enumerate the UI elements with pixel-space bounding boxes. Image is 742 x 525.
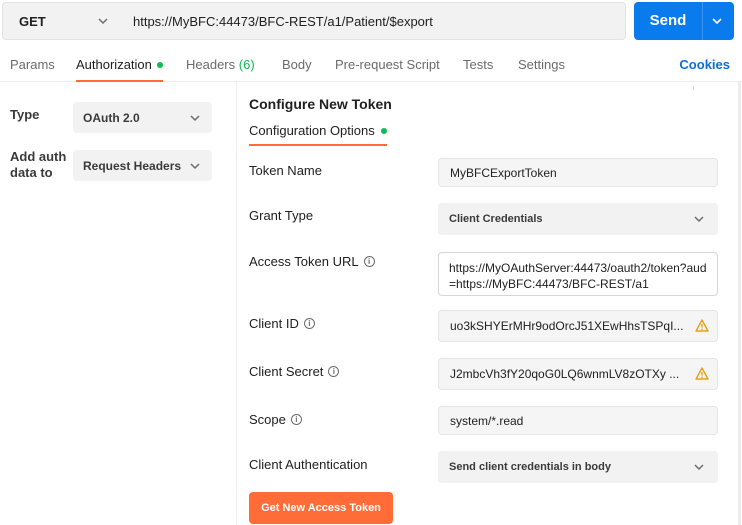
panel-corner-mark: [693, 86, 694, 90]
tab-authorization[interactable]: Authorization: [76, 57, 163, 72]
access-token-url-label-text: Access Token URL: [249, 254, 359, 269]
scope-label: Scope i: [249, 412, 302, 427]
scope-value: system/*.read: [450, 413, 524, 428]
status-dot-icon: [156, 61, 163, 68]
auth-type-label: Type: [10, 107, 40, 122]
warning-icon: [695, 367, 709, 380]
chevron-down-icon: [190, 162, 200, 169]
status-dot-icon: [380, 127, 387, 134]
tab-count-badge: (6): [238, 57, 255, 72]
scrollbar[interactable]: [738, 82, 741, 525]
token-name-value: MyBFCExportToken: [450, 165, 557, 180]
send-button[interactable]: Send: [634, 2, 734, 40]
tab-configuration-options[interactable]: Configuration Options: [249, 123, 387, 138]
method-label: GET: [19, 13, 46, 29]
access-token-url-label: Access Token URL i: [249, 254, 375, 269]
tab-headers[interactable]: Headers (6): [186, 57, 255, 72]
tab-label: Params: [10, 57, 55, 72]
client-secret-label: Client Secret i: [249, 364, 340, 379]
grant-type-select[interactable]: Client Credentials: [438, 203, 718, 235]
tab-body[interactable]: Body: [282, 57, 312, 72]
client-id-label-text: Client ID: [249, 316, 299, 331]
client-authentication-select[interactable]: Send client credentials in body: [438, 451, 718, 483]
tab-pre-request-script[interactable]: Pre-request Script: [335, 57, 440, 72]
active-subtab-indicator: [249, 144, 387, 146]
add-auth-to-select[interactable]: Request Headers: [73, 150, 212, 181]
access-token-url-input[interactable]: https://MyOAuthServer:44473/oauth2/token…: [438, 252, 718, 296]
client-authentication-value: Send client credentials in body: [449, 461, 611, 473]
url-input[interactable]: https://MyBFC:44473/BFC-REST/a1/Patient/…: [121, 2, 626, 40]
client-id-label: Client ID i: [249, 316, 315, 331]
send-divider: [702, 2, 703, 40]
scope-input[interactable]: system/*.read: [438, 406, 718, 435]
chevron-down-icon: [694, 464, 704, 471]
chevron-down-icon: [694, 216, 704, 223]
get-new-access-token-button[interactable]: Get New Access Token: [249, 492, 393, 524]
tab-tests[interactable]: Tests: [463, 57, 493, 72]
tab-label: Headers: [186, 57, 236, 72]
method-select[interactable]: GET: [2, 2, 122, 40]
warning-icon: [695, 319, 709, 332]
client-id-input[interactable]: uo3kSHYErMHr9odOrcJ51XEwHhsTSPqI...: [438, 310, 718, 342]
page-title: Configure New Token: [249, 96, 392, 112]
client-secret-label-text: Client Secret: [249, 364, 324, 379]
add-auth-to-label: Add auth data to: [10, 149, 66, 181]
info-icon[interactable]: i: [290, 414, 302, 426]
auth-type-value: OAuth 2.0: [83, 110, 140, 125]
tab-label: Settings: [518, 57, 565, 72]
add-auth-to-label-line2: data to: [10, 165, 53, 180]
info-icon[interactable]: i: [363, 256, 375, 268]
tab-label: Authorization: [76, 57, 152, 72]
scope-label-text: Scope: [249, 412, 286, 427]
grant-type-value: Client Credentials: [449, 213, 543, 225]
info-icon[interactable]: i: [303, 318, 315, 330]
client-secret-value: J2mbcVh3fY20qoG0LQ6wnmLV8zOTXy ...: [450, 367, 680, 381]
client-secret-input[interactable]: J2mbcVh3fY20qoG0LQ6wnmLV8zOTXy ...: [438, 358, 718, 390]
chevron-down-icon: [190, 114, 200, 121]
tab-params[interactable]: Params: [10, 57, 55, 72]
info-icon[interactable]: i: [328, 366, 340, 378]
add-auth-to-value: Request Headers: [83, 158, 182, 173]
token-name-input[interactable]: MyBFCExportToken: [438, 158, 718, 187]
tab-label: Pre-request Script: [335, 57, 440, 72]
active-tab-indicator: [76, 80, 163, 82]
url-text: https://MyBFC:44473/BFC-REST/a1/Patient/…: [133, 13, 433, 29]
request-bar: GET https://MyBFC:44473/BFC-REST/a1/Pati…: [0, 0, 742, 44]
client-id-value: uo3kSHYErMHr9odOrcJ51XEwHhsTSPqI...: [450, 319, 684, 333]
tab-label: Tests: [463, 57, 494, 72]
access-token-url-value: https://MyOAuthServer:44473/oauth2/token…: [449, 261, 707, 291]
panel-divider: [236, 82, 237, 525]
chevron-down-icon: [98, 18, 108, 25]
request-tabs: Params Authorization Headers (6) Body Pr…: [0, 48, 742, 82]
add-auth-to-label-line1: Add auth: [10, 149, 67, 164]
grant-type-label: Grant Type: [249, 208, 314, 223]
cookies-link[interactable]: Cookies: [679, 57, 730, 72]
token-name-label: Token Name: [249, 163, 322, 178]
tab-label: Body: [282, 57, 312, 72]
client-authentication-label: Client Authentication: [249, 457, 368, 472]
chevron-down-icon[interactable]: [710, 14, 724, 28]
auth-type-select[interactable]: OAuth 2.0: [73, 102, 212, 133]
subtab-label: Configuration Options: [249, 123, 375, 138]
tab-settings[interactable]: Settings: [518, 57, 565, 72]
send-label: Send: [649, 12, 687, 29]
